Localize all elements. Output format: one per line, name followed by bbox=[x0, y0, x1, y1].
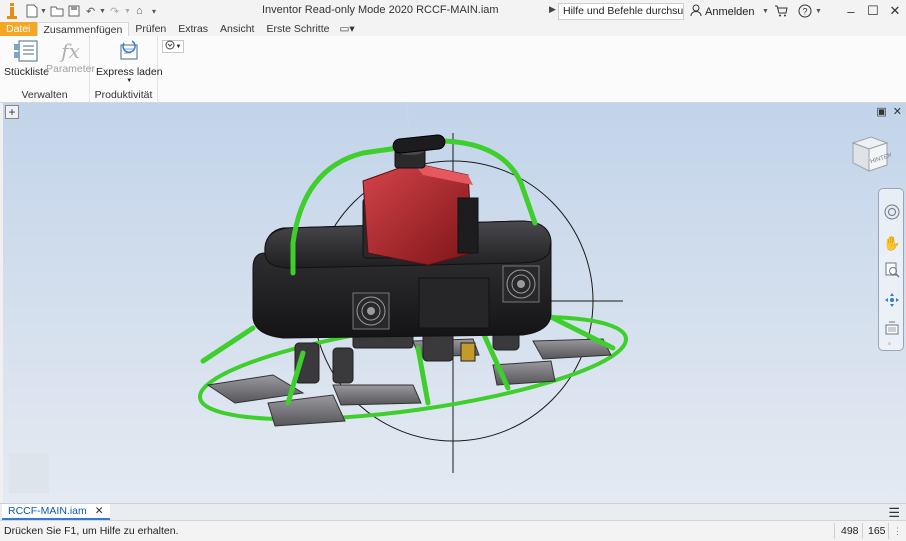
tab-zusammenfuegen[interactable]: Zusammenfügen bbox=[36, 22, 130, 36]
maximize-button[interactable]: ☐ bbox=[862, 0, 884, 22]
panel-toggle-icon: ▭▾ bbox=[339, 23, 355, 35]
status-bar: Drücken Sie F1, um Hilfe zu erhalten. 49… bbox=[0, 520, 906, 541]
panel-label-produktivitaet: Produktivität bbox=[94, 89, 153, 101]
panel-verwalten: Stückliste fx Parameter Verwalten bbox=[0, 36, 95, 103]
customize-toolbar-icon[interactable]: ▾ bbox=[152, 2, 156, 20]
svg-text:?: ? bbox=[803, 7, 808, 17]
document-tab-label: RCCF-MAIN.iam bbox=[8, 505, 87, 517]
tab-pruefen[interactable]: Prüfen bbox=[129, 22, 172, 36]
status-count-a: 498 bbox=[841, 525, 859, 537]
new-file-icon[interactable] bbox=[26, 2, 38, 20]
tab-extras[interactable]: Extras bbox=[172, 22, 214, 36]
document-menu-icon[interactable]: ☰ bbox=[888, 505, 900, 521]
document-tab[interactable]: RCCF-MAIN.iam ✕ bbox=[2, 504, 110, 520]
ribbon-display-toggle[interactable]: ▭▾ bbox=[335, 22, 358, 36]
antenna bbox=[406, 103, 410, 138]
cart-icon[interactable] bbox=[774, 2, 788, 20]
fx-icon: fx bbox=[61, 39, 80, 63]
graphics-viewport[interactable]: + ▣ ✕ HINTEN ✋ ◦ bbox=[3, 103, 906, 503]
home-icon[interactable]: ⌂ bbox=[136, 2, 143, 20]
save-icon[interactable] bbox=[68, 2, 80, 20]
bom-button[interactable]: Stückliste bbox=[4, 39, 49, 78]
window-title: Inventor Read-only Mode 2020 RCCF-MAIN.i… bbox=[262, 4, 499, 16]
vp-corner-tile bbox=[9, 453, 49, 493]
status-grip-icon: ⋮ bbox=[893, 526, 902, 536]
express-load-button[interactable]: Express laden ▼ bbox=[96, 39, 163, 84]
inventor-logo-icon[interactable] bbox=[6, 2, 18, 20]
close-tab-icon[interactable]: ✕ bbox=[95, 505, 104, 517]
handle-grip bbox=[392, 134, 446, 154]
user-icon bbox=[690, 4, 702, 19]
search-input[interactable]: Hilfe und Befehle durchsuchen... bbox=[558, 3, 684, 20]
panel-options-button[interactable]: ▼ bbox=[162, 40, 184, 53]
cooling-fan-right bbox=[502, 265, 540, 303]
cooling-fan-left bbox=[352, 292, 390, 330]
undo-icon[interactable]: ↶ bbox=[86, 2, 95, 20]
panel-produktivitaet: Express laden ▼ Produktivität bbox=[90, 36, 163, 103]
express-load-icon bbox=[116, 39, 142, 66]
status-separator bbox=[888, 523, 889, 539]
close-window-button[interactable]: ✕ bbox=[884, 0, 906, 22]
tab-datei[interactable]: Datei bbox=[0, 22, 37, 36]
parameter-button[interactable]: fx Parameter bbox=[46, 39, 95, 75]
help-icon[interactable]: ? bbox=[798, 2, 812, 20]
ribbon-tabs: Datei Zusammenfügen Prüfen Extras Ansich… bbox=[0, 22, 906, 36]
dropdown-arrow-icon[interactable]: ▼ bbox=[99, 2, 106, 20]
open-folder-icon[interactable] bbox=[50, 2, 64, 20]
title-bar: ▼ ↶ ▼ ↷ ▼ ⌂ ▾ Inventor Read-only Mode 20… bbox=[0, 0, 906, 22]
dropdown-arrow-icon: ▼ bbox=[175, 43, 182, 50]
engine bbox=[362, 145, 479, 266]
signin-label: Anmelden bbox=[705, 5, 755, 18]
status-separator bbox=[834, 523, 835, 539]
status-count-b: 165 bbox=[868, 525, 886, 537]
circle-dropdown-icon bbox=[165, 40, 175, 53]
dropdown-arrow-icon: ▼ bbox=[126, 78, 133, 84]
dropdown-arrow-icon[interactable]: ▼ bbox=[40, 2, 47, 20]
bom-icon bbox=[13, 39, 39, 66]
search-expand-icon[interactable]: ▶ bbox=[549, 4, 556, 15]
parameter-label: Parameter bbox=[46, 63, 96, 75]
bom-label: Stückliste bbox=[4, 66, 49, 78]
document-tab-bar: RCCF-MAIN.iam ✕ ☰ bbox=[0, 503, 906, 520]
redo-icon[interactable]: ↷ bbox=[110, 2, 119, 20]
dropdown-arrow-icon[interactable]: ▼ bbox=[124, 2, 131, 20]
help-dropdown-icon[interactable]: ▼ bbox=[815, 2, 822, 20]
minimize-button[interactable]: – bbox=[840, 0, 862, 22]
panel-label-verwalten: Verwalten bbox=[21, 89, 68, 101]
tab-erste-schritte[interactable]: Erste Schritte bbox=[260, 22, 335, 36]
signin-dropdown-icon[interactable]: ▼ bbox=[762, 2, 769, 20]
express-load-label: Express laden bbox=[96, 66, 163, 78]
tab-ansicht[interactable]: Ansicht bbox=[214, 22, 260, 36]
signin-button[interactable]: Anmelden bbox=[690, 4, 755, 19]
assembly-model[interactable] bbox=[3, 103, 906, 503]
status-separator bbox=[862, 523, 863, 539]
status-help-text: Drücken Sie F1, um Hilfe zu erhalten. bbox=[4, 525, 179, 537]
ribbon: Stückliste fx Parameter Verwalten Expres… bbox=[0, 36, 906, 103]
